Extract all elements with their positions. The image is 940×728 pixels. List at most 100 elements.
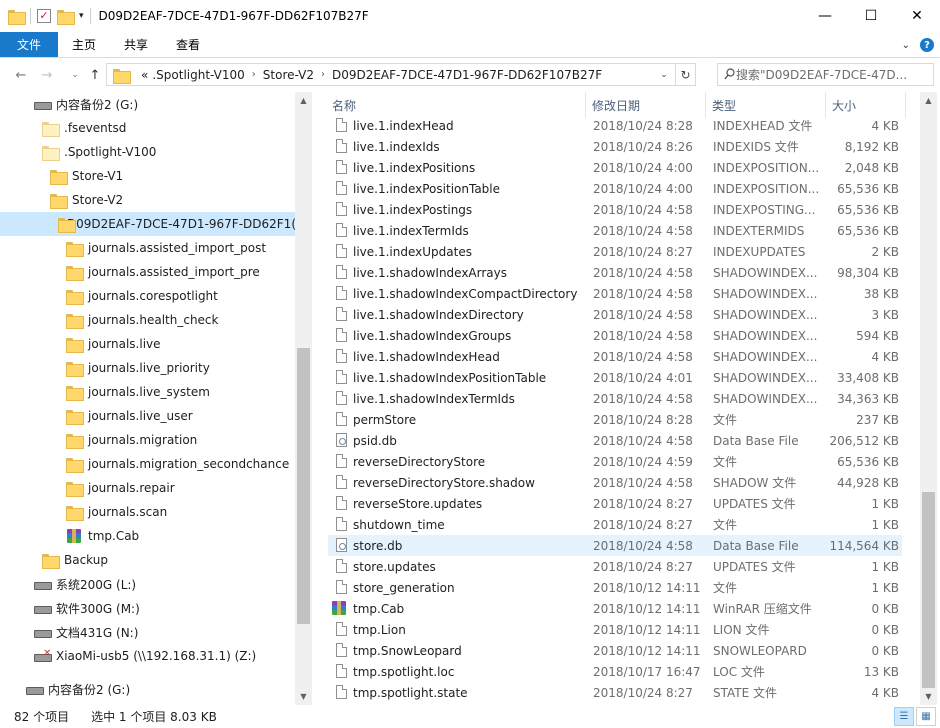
file-list-scrollbar[interactable]: ▲ ▼ [920, 92, 937, 705]
file-row[interactable]: live.1.shadowIndexGroups 2018/10/24 4:58 S… [328, 325, 902, 346]
new-folder-icon[interactable] [57, 9, 75, 25]
address-bar[interactable]: « .Spotlight-V100 › Store-V2 › D09D2EAF-… [106, 63, 696, 86]
close-button[interactable]: ✕ [894, 0, 940, 32]
folder-icon [66, 457, 84, 473]
nav-item[interactable]: tmp.Cab [0, 524, 296, 548]
nav-item[interactable]: 软件300G (M:) [0, 596, 296, 620]
file-type: Data Base File [713, 538, 799, 553]
tab-file[interactable]: 文件 [0, 32, 59, 57]
breadcrumb-item[interactable]: .Spotlight-V100 [152, 68, 244, 82]
details-view-icon[interactable]: ☰ [894, 707, 914, 726]
file-size: 3 KB [871, 307, 899, 322]
file-row[interactable]: live.1.shadowIndexPositionTable 2018/10/2… [328, 367, 902, 388]
nav-item[interactable]: journals.corespotlight [0, 284, 296, 308]
file-row[interactable]: live.1.indexUpdates 2018/10/24 8:27 INDEXU… [328, 241, 902, 262]
nav-item[interactable]: journals.live_priority [0, 356, 296, 380]
file-row[interactable]: reverseStore.updates 2018/10/24 8:27 UPDAT… [328, 493, 902, 514]
file-row[interactable]: tmp.spotlight.loc 2018/10/17 16:47 LOC 文件 1… [328, 661, 902, 682]
file-row[interactable]: psid.db 2018/10/24 4:58 Data Base File 206,… [328, 430, 902, 451]
navigation-pane-scrollbar[interactable]: ▲ ▼ [295, 92, 312, 705]
expand-ribbon-chevron-icon[interactable]: ⌄ [902, 40, 910, 51]
scroll-up-icon[interactable]: ▲ [920, 92, 937, 109]
chevron-right-icon[interactable]: › [252, 69, 256, 80]
refresh-icon[interactable]: ↻ [675, 64, 695, 85]
nav-item[interactable]: journals.assisted_import_post [0, 236, 296, 260]
nav-item[interactable]: journals.assisted_import_pre [0, 260, 296, 284]
nav-item[interactable]: .Spotlight-V100 [0, 140, 296, 164]
file-row[interactable]: live.1.indexHead 2018/10/24 8:28 INDEXHEAD… [328, 115, 902, 136]
file-row[interactable]: permStore 2018/10/24 8:28 文件 237 KB [328, 409, 902, 430]
nav-item[interactable]: Backup [0, 548, 296, 572]
nav-item[interactable]: 内容备份2 (G:) [0, 677, 296, 701]
file-row[interactable]: store.updates 2018/10/24 8:27 UPDATES 文件 1 … [328, 556, 902, 577]
selection-info: 选中 1 个项目 8.03 KB [91, 710, 217, 724]
nav-item[interactable]: Store-V1 [0, 164, 296, 188]
large-icons-view-icon[interactable]: ▦ [916, 707, 936, 726]
minimize-button[interactable]: — [802, 0, 848, 32]
file-row[interactable]: reverseDirectoryStore.shadow 2018/10/24 4… [328, 472, 902, 493]
scrollbar-thumb[interactable] [922, 492, 935, 688]
tab-home[interactable]: 主页 [58, 32, 110, 57]
file-row[interactable]: tmp.Cab 2018/10/12 14:11 WinRAR 压缩文件 0 KB [328, 598, 902, 619]
scrollbar-thumb[interactable] [297, 348, 310, 624]
file-row[interactable]: live.1.indexTermIds 2018/10/24 4:58 INDEXT… [328, 220, 902, 241]
nav-item[interactable]: XiaoMi-usb5 (\\192.168.31.1) (Z:) [0, 644, 296, 668]
file-date: 2018/10/24 4:58 [593, 538, 693, 553]
file-row[interactable]: store_generation 2018/10/12 14:11 文件 1 KB [328, 577, 902, 598]
recent-locations-chevron-icon[interactable]: ⌄ [64, 64, 86, 86]
file-row[interactable]: live.1.shadowIndexHead 2018/10/24 4:58 SHA… [328, 346, 902, 367]
breadcrumb-item[interactable]: Store-V2 [263, 68, 314, 82]
file-date: 2018/10/24 8:27 [593, 517, 693, 532]
file-row[interactable]: live.1.indexIds 2018/10/24 8:26 INDEXIDS 文… [328, 136, 902, 157]
properties-checkmark-icon[interactable]: ✓ [37, 9, 51, 23]
maximize-button[interactable]: ☐ [848, 0, 894, 32]
nav-item[interactable]: .fseventsd [0, 116, 296, 140]
file-row[interactable]: live.1.shadowIndexDirectory 2018/10/24 4:… [328, 304, 902, 325]
chevron-right-icon[interactable]: › [321, 69, 325, 80]
up-arrow-icon[interactable]: ↑ [84, 64, 106, 86]
breadcrumb-item[interactable]: D09D2EAF-7DCE-47D1-967F-DD62F107B27F [332, 68, 602, 82]
tab-view[interactable]: 查看 [162, 32, 214, 57]
nav-item[interactable]: journals.scan [0, 500, 296, 524]
file-row[interactable]: live.1.indexPositionTable 2018/10/24 4:00… [328, 178, 902, 199]
address-dropdown-chevron-icon[interactable]: ⌄ [655, 64, 673, 85]
file-row[interactable]: live.1.indexPositions 2018/10/24 4:00 INDE… [328, 157, 902, 178]
nav-item[interactable]: 文档431G (N:) [0, 620, 296, 644]
file-size: 0 KB [871, 601, 899, 616]
customize-toolbar-chevron-icon[interactable]: ▾ [79, 11, 84, 21]
scroll-down-icon[interactable]: ▼ [295, 688, 312, 705]
nav-item[interactable]: D09D2EAF-7DCE-47D1-967F-DD62F1( [0, 212, 296, 236]
file-date: 2018/10/24 4:59 [593, 454, 693, 469]
file-row[interactable]: live.1.shadowIndexArrays 2018/10/24 4:58 S… [328, 262, 902, 283]
file-name: live.1.shadowIndexDirectory [353, 307, 524, 322]
nav-item[interactable]: journals.live_user [0, 404, 296, 428]
breadcrumb-overflow[interactable]: « [141, 68, 148, 82]
file-row[interactable]: live.1.shadowIndexCompactDirectory 2018/1… [328, 283, 902, 304]
file-row[interactable]: shutdown_time 2018/10/24 8:27 文件 1 KB [328, 514, 902, 535]
nav-item[interactable]: journals.repair [0, 476, 296, 500]
file-row[interactable]: live.1.shadowIndexTermIds 2018/10/24 4:58… [328, 388, 902, 409]
nav-item[interactable]: journals.live_system [0, 380, 296, 404]
nav-item[interactable]: 系统200G (L:) [0, 572, 296, 596]
nav-item[interactable]: journals.health_check [0, 308, 296, 332]
file-row[interactable]: tmp.Lion 2018/10/12 14:11 LION 文件 0 KB [328, 619, 902, 640]
file-row[interactable]: live.1.indexPostings 2018/10/24 4:58 INDEX… [328, 199, 902, 220]
nav-item[interactable]: 内容备份2 (G:) [0, 92, 296, 116]
folder-icon [66, 361, 84, 377]
file-row[interactable]: tmp.spotlight.state 2018/10/24 8:27 STATE … [328, 682, 902, 703]
scroll-down-icon[interactable]: ▼ [920, 688, 937, 705]
scroll-up-icon[interactable]: ▲ [295, 92, 312, 109]
file-size: 594 KB [856, 328, 899, 343]
file-row[interactable]: store.db 2018/10/24 4:58 Data Base File 114… [328, 535, 902, 556]
nav-item[interactable]: journals.live [0, 332, 296, 356]
file-row[interactable]: tmp.SnowLeopard 2018/10/12 14:11 SNOWLEOPA… [328, 640, 902, 661]
nav-item[interactable]: journals.migration [0, 428, 296, 452]
forward-arrow-icon[interactable]: → [36, 64, 58, 86]
file-row[interactable]: reverseDirectoryStore 2018/10/24 4:59 文件 65… [328, 451, 902, 472]
nav-item[interactable]: Store-V2 [0, 188, 296, 212]
tab-share[interactable]: 共享 [110, 32, 162, 57]
search-input[interactable]: 搜索"D09D2EAF-7DCE-47D... [717, 63, 934, 86]
help-icon[interactable]: ? [920, 38, 934, 52]
nav-item[interactable]: journals.migration_secondchance [0, 452, 296, 476]
back-arrow-icon[interactable]: ← [10, 64, 32, 86]
